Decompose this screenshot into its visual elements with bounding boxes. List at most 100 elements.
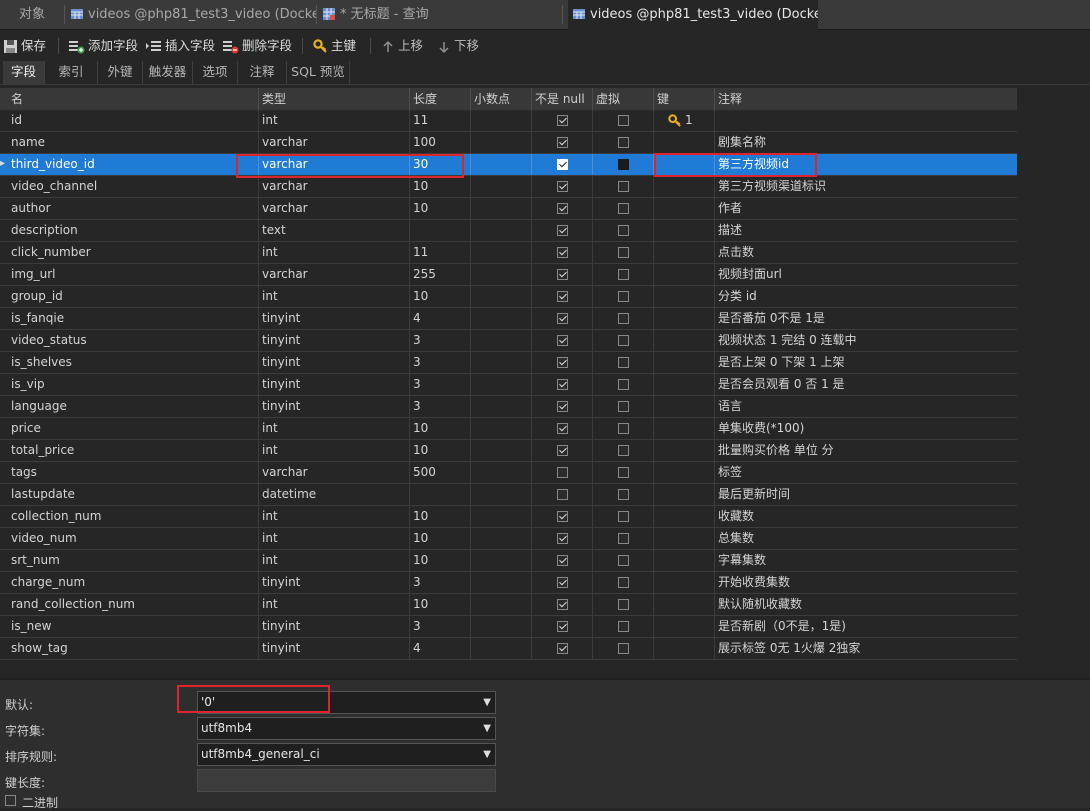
not-null-checkbox[interactable] [556, 291, 568, 302]
table-row[interactable]: video_channel varchar 10 第三方视频渠道标识 [0, 176, 1017, 198]
not-null-checkbox[interactable] [556, 269, 568, 280]
cell-comment[interactable]: 收藏数 [715, 506, 1017, 527]
column-header-length[interactable]: 长度 [410, 88, 471, 110]
tab-objects[interactable]: 对象 [0, 0, 64, 29]
cell-length[interactable]: 3 [410, 330, 471, 351]
cell-comment[interactable]: 分类 id [715, 286, 1017, 307]
tab-fields[interactable]: 字段 [3, 61, 45, 84]
insert-field-button[interactable]: 插入字段 [145, 30, 215, 61]
cell-name[interactable]: rand_collection_num [8, 594, 259, 615]
cell-virtual[interactable] [593, 550, 654, 571]
virtual-checkbox[interactable] [617, 599, 629, 610]
cell-comment[interactable]: 第三方视频id [715, 154, 1017, 175]
column-header-virtual[interactable]: 虚拟 [593, 88, 654, 110]
cell-notnull[interactable] [532, 484, 593, 505]
cell-virtual[interactable] [593, 374, 654, 395]
table-row[interactable]: rand_collection_num int 10 默认随机收藏数 [0, 594, 1017, 616]
cell-name[interactable]: is_fanqie [8, 308, 259, 329]
cell-length[interactable]: 10 [410, 594, 471, 615]
not-null-checkbox[interactable] [556, 511, 568, 522]
cell-virtual[interactable] [593, 462, 654, 483]
cell-type[interactable]: int [259, 286, 410, 307]
cell-virtual[interactable] [593, 154, 654, 175]
cell-name[interactable]: price [8, 418, 259, 439]
cell-name[interactable]: video_status [8, 330, 259, 351]
not-null-checkbox[interactable] [556, 445, 568, 456]
cell-length[interactable]: 10 [410, 286, 471, 307]
virtual-checkbox[interactable] [617, 225, 629, 236]
cell-type[interactable]: tinyint [259, 638, 410, 659]
key-length-input[interactable] [197, 769, 496, 792]
cell-name[interactable]: video_channel [8, 176, 259, 197]
not-null-checkbox[interactable] [556, 401, 568, 412]
cell-notnull[interactable] [532, 440, 593, 461]
virtual-checkbox[interactable] [617, 159, 629, 170]
cell-comment[interactable]: 视频状态 1 完结 0 连载中 [715, 330, 1017, 351]
virtual-checkbox[interactable] [617, 511, 629, 522]
table-row[interactable]: group_id int 10 分类 id [0, 286, 1017, 308]
cell-name[interactable]: total_price [8, 440, 259, 461]
virtual-checkbox[interactable] [617, 401, 629, 412]
cell-type[interactable]: tinyint [259, 352, 410, 373]
cell-name[interactable]: id [8, 110, 259, 131]
not-null-checkbox[interactable] [556, 643, 568, 654]
cell-length[interactable]: 3 [410, 396, 471, 417]
cell-key[interactable] [654, 132, 715, 153]
cell-notnull[interactable] [532, 132, 593, 153]
not-null-checkbox[interactable] [556, 159, 568, 170]
cell-virtual[interactable] [593, 110, 654, 131]
column-header-decimals[interactable]: 小数点 [471, 88, 532, 110]
cell-decimals[interactable] [471, 616, 532, 637]
cell-comment[interactable]: 批量购买价格 单位 分 [715, 440, 1017, 461]
virtual-checkbox[interactable] [617, 489, 629, 500]
not-null-checkbox[interactable] [556, 599, 568, 610]
cell-decimals[interactable] [471, 176, 532, 197]
cell-name[interactable]: group_id [8, 286, 259, 307]
cell-comment[interactable]: 单集收费(*100) [715, 418, 1017, 439]
virtual-checkbox[interactable] [617, 137, 629, 148]
cell-key[interactable]: 1 [654, 110, 715, 131]
virtual-checkbox[interactable] [617, 467, 629, 478]
cell-key[interactable] [654, 176, 715, 197]
virtual-checkbox[interactable] [617, 291, 629, 302]
cell-key[interactable] [654, 572, 715, 593]
virtual-checkbox[interactable] [617, 181, 629, 192]
cell-notnull[interactable] [532, 198, 593, 219]
cell-comment[interactable] [715, 110, 1017, 131]
cell-name[interactable]: is_new [8, 616, 259, 637]
column-header-name[interactable]: 名 [8, 88, 259, 110]
cell-name[interactable]: author [8, 198, 259, 219]
cell-type[interactable]: int [259, 550, 410, 571]
table-row[interactable]: description text 描述 [0, 220, 1017, 242]
cell-decimals[interactable] [471, 484, 532, 505]
cell-decimals[interactable] [471, 242, 532, 263]
not-null-checkbox[interactable] [556, 379, 568, 390]
cell-comment[interactable]: 最后更新时间 [715, 484, 1017, 505]
virtual-checkbox[interactable] [617, 533, 629, 544]
cell-length[interactable]: 100 [410, 132, 471, 153]
table-row[interactable]: show_tag tinyint 4 展示标签 0无 1火爆 2独家 [0, 638, 1017, 660]
tab-sql-preview[interactable]: SQL 预览 [287, 61, 350, 84]
cell-length[interactable]: 11 [410, 110, 471, 131]
table-row[interactable]: price int 10 单集收费(*100) [0, 418, 1017, 440]
not-null-checkbox[interactable] [556, 533, 568, 544]
cell-length[interactable] [410, 484, 471, 505]
not-null-checkbox[interactable] [556, 467, 568, 478]
primary-key-button[interactable]: 主键 [313, 30, 356, 61]
tab-triggers[interactable]: 触发器 [143, 61, 193, 84]
cell-notnull[interactable] [532, 286, 593, 307]
cell-length[interactable]: 10 [410, 506, 471, 527]
table-row[interactable]: is_new tinyint 3 是否新剧（0不是，1是) [0, 616, 1017, 638]
cell-notnull[interactable] [532, 220, 593, 241]
cell-comment[interactable]: 字幕集数 [715, 550, 1017, 571]
cell-notnull[interactable] [532, 418, 593, 439]
table-row[interactable]: click_number int 11 点击数 [0, 242, 1017, 264]
cell-comment[interactable]: 点击数 [715, 242, 1017, 263]
cell-type[interactable]: varchar [259, 176, 410, 197]
virtual-checkbox[interactable] [617, 445, 629, 456]
cell-type[interactable]: varchar [259, 154, 410, 175]
cell-name[interactable]: srt_num [8, 550, 259, 571]
cell-decimals[interactable] [471, 264, 532, 285]
cell-decimals[interactable] [471, 374, 532, 395]
cell-length[interactable]: 3 [410, 352, 471, 373]
